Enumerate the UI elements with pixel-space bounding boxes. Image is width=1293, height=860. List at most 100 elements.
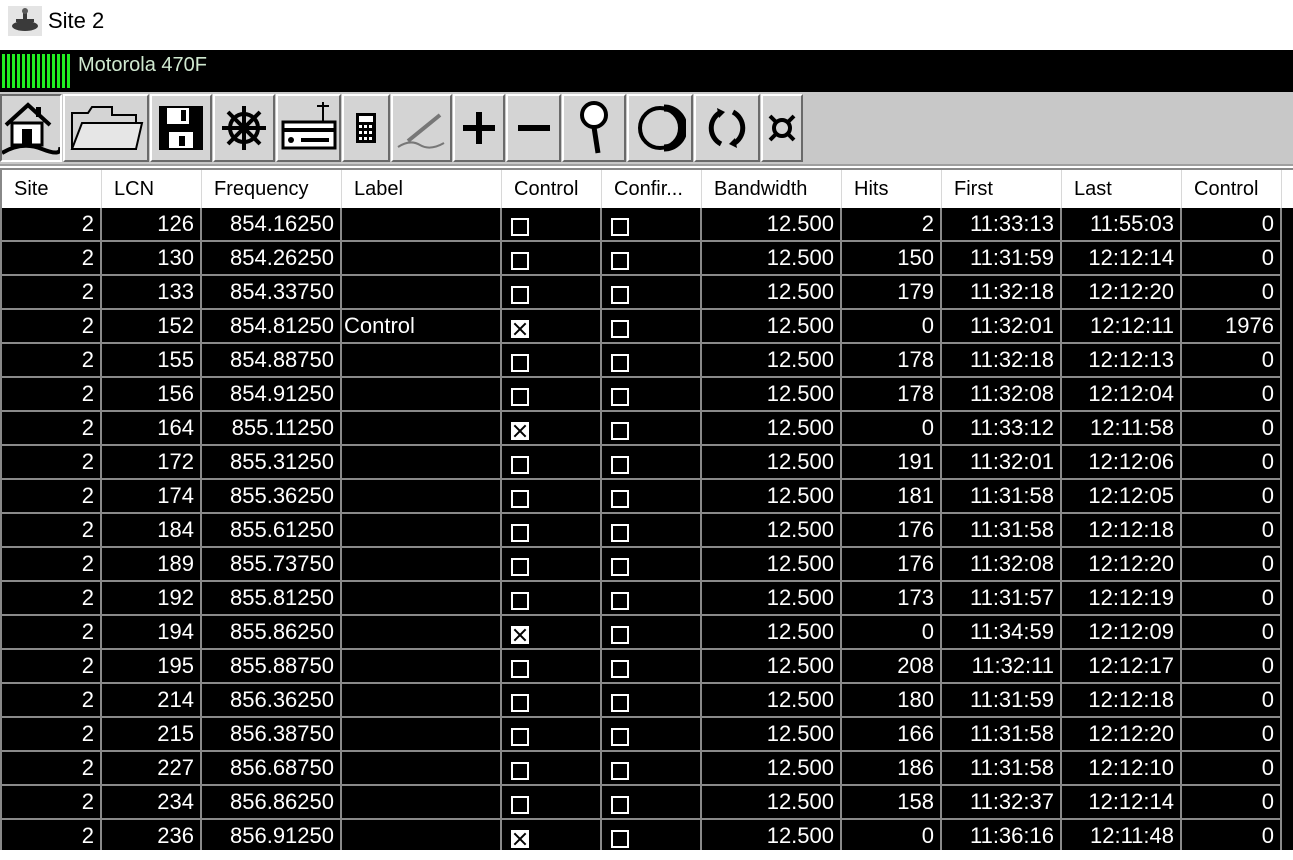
confirmed-checkbox[interactable]: [611, 591, 629, 610]
table-row[interactable]: 2 164 855.11250 12.500 0 11:33:12 12:11:58 0: [2, 412, 1293, 446]
search-button[interactable]: [562, 94, 626, 162]
table-cell: 12:12:20: [1062, 548, 1182, 582]
confirmed-checkbox[interactable]: [611, 387, 629, 406]
column-header[interactable]: Label: [342, 170, 502, 208]
save-button[interactable]: [150, 94, 212, 162]
add-button[interactable]: [453, 94, 505, 162]
refresh-button[interactable]: [694, 94, 760, 162]
column-header[interactable]: First: [942, 170, 1062, 208]
table-cell: 854.91250: [202, 378, 342, 412]
table-row[interactable]: 2 215 856.38750 12.500 166 11:31:58 12:12:20 0: [2, 718, 1293, 752]
confirmed-checkbox[interactable]: [611, 761, 629, 780]
control-checkbox[interactable]: [511, 795, 529, 814]
confirmed-checkbox[interactable]: [611, 353, 629, 372]
confirmed-checkbox[interactable]: [611, 829, 629, 848]
table-row[interactable]: 2 234 856.86250 12.500 158 11:32:37 12:12:14 0: [2, 786, 1293, 820]
control-checkbox[interactable]: [511, 217, 529, 236]
table-cell: 236: [102, 820, 202, 854]
table-cell-checkbox: [502, 718, 602, 752]
control-checkbox[interactable]: [511, 727, 529, 746]
column-header[interactable]: Frequency: [202, 170, 342, 208]
table-row[interactable]: 2 172 855.31250 12.500 191 11:32:01 12:12:06 0: [2, 446, 1293, 480]
edit-button[interactable]: [391, 94, 452, 162]
table-cell: 0: [1182, 820, 1282, 854]
confirmed-checkbox[interactable]: [611, 251, 629, 270]
control-checkbox[interactable]: [511, 761, 529, 780]
table-row[interactable]: 2 126 854.16250 12.500 2 11:33:13 11:55:03 0: [2, 208, 1293, 242]
ship-wheel-button[interactable]: [213, 94, 275, 162]
control-checkbox[interactable]: [511, 523, 529, 542]
confirmed-checkbox[interactable]: [611, 557, 629, 576]
table-cell-checkbox: [502, 752, 602, 786]
column-header[interactable]: Last: [1062, 170, 1182, 208]
table-cell-checkbox: [602, 412, 702, 446]
table-row[interactable]: 2 214 856.36250 12.500 180 11:31:59 12:12:18 0: [2, 684, 1293, 718]
table-row[interactable]: 2 194 855.86250 12.500 0 11:34:59 12:12:09 0: [2, 616, 1293, 650]
confirmed-checkbox[interactable]: [611, 319, 629, 338]
table-row[interactable]: 2 236 856.91250 12.500 0 11:36:16 12:11:48 0: [2, 820, 1293, 854]
control-checkbox[interactable]: [511, 251, 529, 270]
receiver-button[interactable]: [276, 94, 341, 162]
pen-icon: [396, 113, 444, 149]
table-cell: [342, 548, 502, 582]
home-button[interactable]: [0, 94, 62, 162]
confirmed-checkbox[interactable]: [611, 455, 629, 474]
radio-receiver-icon: [281, 102, 336, 150]
table-cell: 0: [1182, 276, 1282, 310]
table-row[interactable]: 2 227 856.68750 12.500 186 11:31:58 12:12:10 0: [2, 752, 1293, 786]
calculator-button[interactable]: [342, 94, 390, 162]
control-checkbox[interactable]: [511, 421, 529, 440]
table-cell: 2: [2, 310, 102, 344]
confirmed-checkbox[interactable]: [611, 625, 629, 644]
table-row[interactable]: 2 189 855.73750 12.500 176 11:32:08 12:12:20 0: [2, 548, 1293, 582]
control-checkbox[interactable]: [511, 591, 529, 610]
column-header[interactable]: Control: [1182, 170, 1282, 208]
table-cell: 2: [2, 242, 102, 276]
table-cell: [342, 582, 502, 616]
control-checkbox[interactable]: [511, 455, 529, 474]
column-header[interactable]: Site: [2, 170, 102, 208]
confirmed-checkbox[interactable]: [611, 693, 629, 712]
control-checkbox[interactable]: [511, 625, 529, 644]
control-checkbox[interactable]: [511, 489, 529, 508]
table-row[interactable]: 2 184 855.61250 12.500 176 11:31:58 12:12:18 0: [2, 514, 1293, 548]
table-row[interactable]: 2 133 854.33750 12.500 179 11:32:18 12:12:20 0: [2, 276, 1293, 310]
table-row[interactable]: 2 156 854.91250 12.500 178 11:32:08 12:12:04 0: [2, 378, 1293, 412]
confirmed-checkbox[interactable]: [611, 795, 629, 814]
confirmed-checkbox[interactable]: [611, 489, 629, 508]
table-row[interactable]: 2 174 855.36250 12.500 181 11:31:58 12:12:05 0: [2, 480, 1293, 514]
column-header[interactable]: Hits: [842, 170, 942, 208]
control-checkbox[interactable]: [511, 659, 529, 678]
confirmed-checkbox[interactable]: [611, 659, 629, 678]
column-header[interactable]: Control: [502, 170, 602, 208]
table-cell: 12:12:14: [1062, 242, 1182, 276]
confirmed-checkbox[interactable]: [611, 421, 629, 440]
ship-wheel-icon: [222, 106, 266, 150]
control-checkbox[interactable]: [511, 319, 529, 338]
table-row[interactable]: 2 192 855.81250 12.500 173 11:31:57 12:12:19 0: [2, 582, 1293, 616]
table-cell: 176: [842, 548, 942, 582]
confirmed-checkbox[interactable]: [611, 523, 629, 542]
control-checkbox[interactable]: [511, 285, 529, 304]
control-checkbox[interactable]: [511, 829, 529, 848]
column-header[interactable]: Bandwidth: [702, 170, 842, 208]
confirmed-checkbox[interactable]: [611, 217, 629, 236]
settings-button[interactable]: [761, 94, 803, 162]
remove-button[interactable]: [506, 94, 561, 162]
control-checkbox[interactable]: [511, 693, 529, 712]
column-header[interactable]: Confir...: [602, 170, 702, 208]
open-button[interactable]: [63, 94, 149, 162]
site-radio-icon[interactable]: [8, 6, 42, 36]
control-checkbox[interactable]: [511, 387, 529, 406]
column-header[interactable]: LCN: [102, 170, 202, 208]
table-row[interactable]: 2 155 854.88750 12.500 178 11:32:18 12:12:13 0: [2, 344, 1293, 378]
control-checkbox[interactable]: [511, 353, 529, 372]
control-checkbox[interactable]: [511, 557, 529, 576]
confirmed-checkbox[interactable]: [611, 727, 629, 746]
table-row[interactable]: 2 195 855.88750 12.500 208 11:32:11 12:12:17 0: [2, 650, 1293, 684]
circle-button[interactable]: [627, 94, 693, 162]
table-cell-checkbox: [602, 344, 702, 378]
table-row[interactable]: 2 130 854.26250 12.500 150 11:31:59 12:12:14 0: [2, 242, 1293, 276]
table-row[interactable]: 2 152 854.81250 Control 12.500 0 11:32:01 12:12…: [2, 310, 1293, 344]
confirmed-checkbox[interactable]: [611, 285, 629, 304]
